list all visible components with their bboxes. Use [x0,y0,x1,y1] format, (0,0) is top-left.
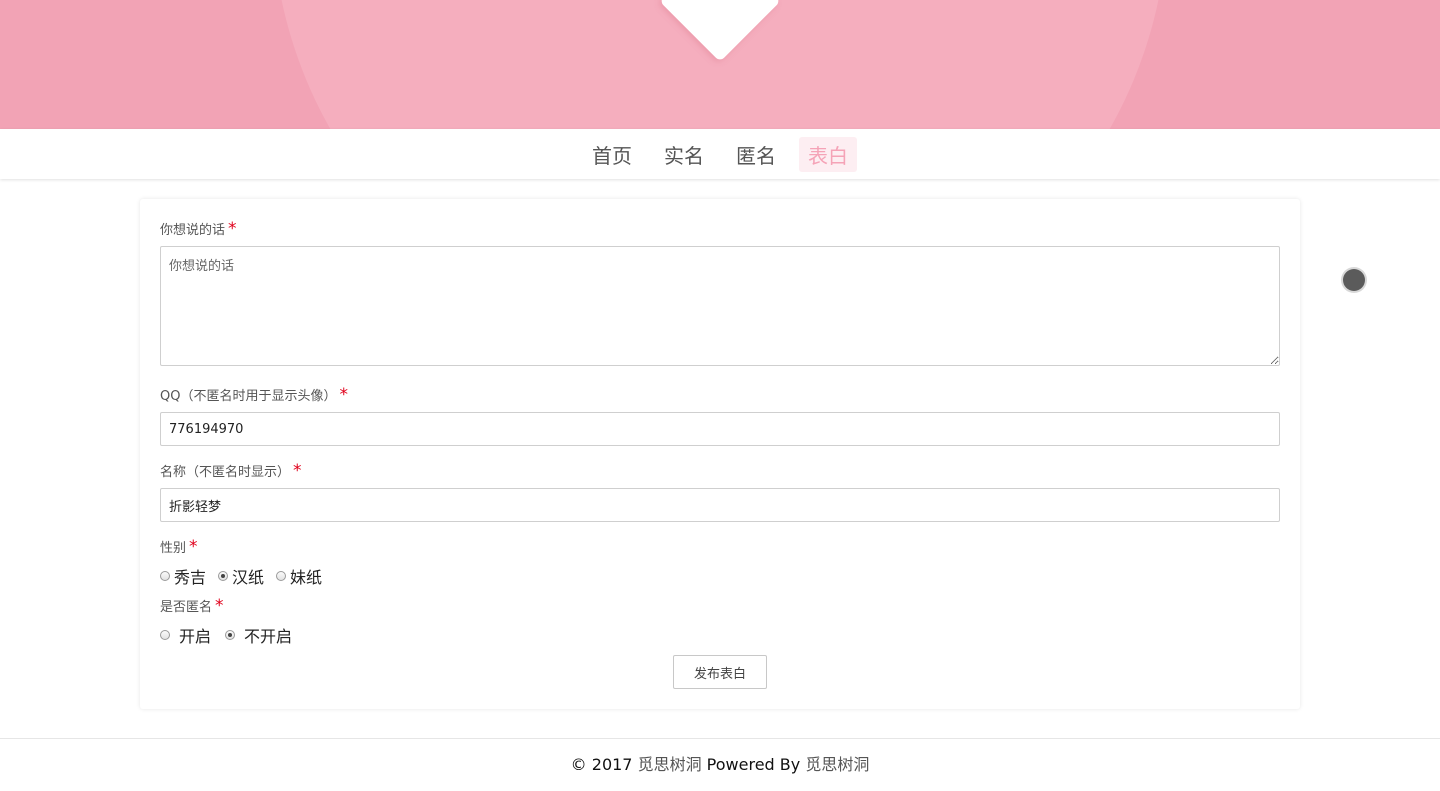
gender-option-xiuji[interactable]: 秀吉 [160,564,206,588]
message-textarea[interactable] [160,246,1280,366]
required-mark: * [215,596,224,616]
radio-button[interactable] [160,571,170,581]
message-label-text: 你想说的话 [160,223,226,238]
required-mark: * [339,385,348,405]
required-mark: * [228,219,237,239]
qq-label-text: QQ（不匿名时用于显示头像） [160,389,337,404]
publish-button[interactable]: 发布表白 [673,655,767,689]
anonymous-radio-group: 开启 不开启 [160,623,304,647]
music-disc-center [1343,269,1365,291]
footer: © 2017 觅思树洞 Powered By 觅思树洞 [0,738,1440,790]
anonymous-option-label: 不开启 [244,627,293,646]
gender-option-label: 妹纸 [290,568,323,587]
confession-form: 你想说的话* QQ（不匿名时用于显示头像）* 名称（不匿名时显示）* 性别* 秀… [140,199,1300,709]
nav-item-anonymous[interactable]: 匿名 [727,137,785,172]
anonymous-option-off[interactable]: 不开启 [225,623,292,647]
gender-option-meizhi[interactable]: 妹纸 [276,564,322,588]
required-mark: * [293,461,302,481]
radio-button[interactable] [160,630,170,640]
hero-banner [0,0,1440,129]
main-nav: 首页 实名 匿名 表白 [0,129,1440,179]
anonymous-label-text: 是否匿名 [160,600,213,615]
gender-option-label: 汉纸 [232,568,265,587]
name-input[interactable] [160,488,1280,522]
name-label: 名称（不匿名时显示） * [160,461,302,481]
required-mark: * [189,537,198,557]
qq-input[interactable] [160,412,1280,446]
qq-label: QQ（不匿名时用于显示头像） * [160,385,348,405]
gender-radio-group: 秀吉 汉纸 妹纸 [160,564,334,588]
nav-item-confess[interactable]: 表白 [799,136,857,172]
message-label: 你想说的话 * [160,219,237,239]
radio-button-checked[interactable] [225,630,236,640]
radio-button[interactable] [276,571,287,581]
powered-by-text: Powered By [701,755,806,774]
site-link[interactable]: 觅思树洞 [638,755,702,774]
gender-option-label: 秀吉 [174,568,207,587]
radio-button-checked[interactable] [218,571,229,581]
nav-item-home[interactable]: 首页 [583,137,641,172]
anonymous-option-on[interactable]: 开启 [160,623,211,647]
gender-option-hanzhi[interactable]: 汉纸 [218,564,264,588]
nav-item-realname[interactable]: 实名 [655,137,713,172]
gender-label: 性别 * [160,537,198,557]
music-disc-icon[interactable] [1341,267,1367,293]
powered-by-link[interactable]: 觅思树洞 [805,755,869,774]
anonymous-option-label: 开启 [179,627,212,646]
copyright-text: © 2017 [570,755,638,774]
gender-label-text: 性别 [160,541,187,556]
anonymous-label: 是否匿名 * [160,596,224,616]
name-label-text: 名称（不匿名时显示） [160,465,291,480]
